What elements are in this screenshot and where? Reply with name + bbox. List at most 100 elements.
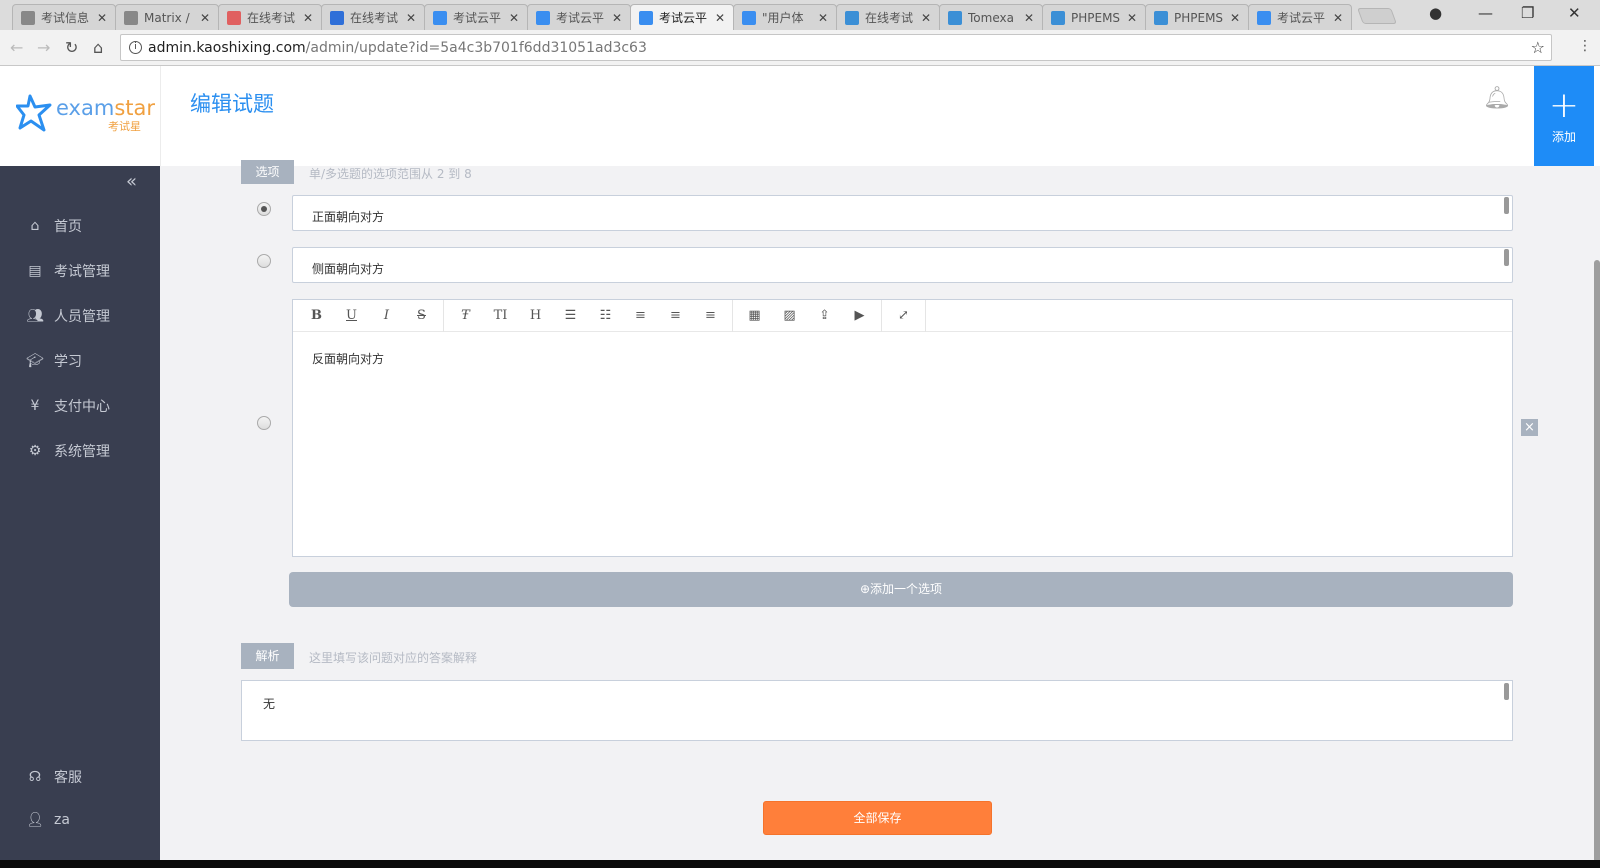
strikethrough-icon[interactable]: S xyxy=(404,308,439,323)
close-tab-icon[interactable]: ✕ xyxy=(921,11,931,25)
sidebar-item-home[interactable]: ⌂ 首页 xyxy=(26,216,82,236)
tab-title: Matrix / xyxy=(144,10,190,25)
logo-text: examstar xyxy=(56,96,155,120)
browser-tab[interactable]: 在线考试 ✕ xyxy=(321,4,425,30)
examstar-icon xyxy=(433,10,447,25)
close-tab-icon[interactable]: ✕ xyxy=(818,11,828,25)
logo-cn: 考试星 xyxy=(108,120,141,133)
close-window-button[interactable]: ✕ xyxy=(1568,4,1581,22)
close-tab-icon[interactable]: ✕ xyxy=(303,11,313,25)
close-tab-icon[interactable]: ✕ xyxy=(1333,11,1343,25)
browser-tab[interactable]: 在线考试 ✕ xyxy=(836,4,940,30)
table-icon[interactable]: ▦ xyxy=(737,308,772,323)
red-icon xyxy=(227,10,241,25)
collapse-sidebar-icon[interactable]: « xyxy=(126,171,137,192)
tab-title: "用户体 xyxy=(762,11,804,25)
browser-tab[interactable]: 考试信息 ✕ xyxy=(12,4,116,30)
phpems-icon xyxy=(948,10,962,25)
close-tab-icon[interactable]: ✕ xyxy=(1230,11,1240,25)
option-radio-3[interactable] xyxy=(257,416,271,430)
analysis-label: 解析 xyxy=(241,643,294,669)
underline-icon[interactable]: U xyxy=(334,308,369,323)
numbered-list-icon[interactable]: ☷ xyxy=(588,308,623,323)
sidebar-item-user-management[interactable]: 👥︎ 人员管理 xyxy=(26,306,110,326)
browser-tab[interactable]: PHPEMS ✕ xyxy=(1145,4,1249,30)
home-button[interactable]: ⌂ xyxy=(93,38,103,57)
money-bag-icon: ¥ xyxy=(30,398,40,414)
browser-tab[interactable]: PHPEMS ✕ xyxy=(1042,4,1146,30)
page-title: 编辑试题 xyxy=(190,92,274,116)
analysis-input[interactable]: 无 xyxy=(241,680,1513,741)
browser-tab[interactable]: 在线考试 ✕ xyxy=(218,4,322,30)
heading-icon[interactable]: H xyxy=(518,308,553,323)
clear-format-icon[interactable]: Ŧ xyxy=(448,308,483,323)
back-button[interactable]: ← xyxy=(10,38,23,57)
sidebar-item-learning[interactable]: 🎓︎ 学习 xyxy=(26,351,82,371)
close-tab-icon[interactable]: ✕ xyxy=(97,11,107,25)
editor-content[interactable]: 反面朝向对方 xyxy=(293,332,1512,385)
new-tab-button[interactable] xyxy=(1357,8,1397,24)
option-radio-2[interactable] xyxy=(257,254,271,268)
browser-tab[interactable]: Matrix / ✕ xyxy=(115,4,219,30)
delete-option-icon[interactable]: × xyxy=(1521,419,1538,436)
page-scrollbar[interactable] xyxy=(1594,260,1600,860)
align-left-icon[interactable]: ≡ xyxy=(623,308,658,323)
close-tab-icon[interactable]: ✕ xyxy=(612,11,622,25)
close-tab-icon[interactable]: ✕ xyxy=(509,11,519,25)
add-option-button[interactable]: ⊕添加一个选项 xyxy=(289,572,1513,607)
sidebar-item-system[interactable]: ⚙ 系统管理 xyxy=(26,441,110,461)
sidebar-item-exam-management[interactable]: ▤ 考试管理 xyxy=(26,261,110,281)
url-input[interactable]: i admin.kaoshixing.com/admin/update?id=5… xyxy=(120,34,1552,61)
support-icon: ☊ xyxy=(28,769,42,785)
scrollbar[interactable] xyxy=(1504,683,1509,700)
bookmark-star-icon[interactable]: ☆ xyxy=(1531,38,1545,57)
image-icon[interactable]: ▨ xyxy=(772,308,807,323)
sidebar-item-payment[interactable]: ¥ 支付中心 xyxy=(26,396,110,416)
sidebar-item-support[interactable]: ☊ 客服 xyxy=(26,767,82,787)
font-size-icon[interactable]: TI xyxy=(483,308,518,323)
tab-title: 考试云平 xyxy=(453,11,502,25)
option-radio-1[interactable] xyxy=(257,202,271,216)
minimize-button[interactable]: — xyxy=(1478,4,1493,22)
reload-button[interactable]: ↻ xyxy=(65,38,78,57)
restore-button[interactable]: ❐ xyxy=(1521,4,1534,22)
close-tab-icon[interactable]: ✕ xyxy=(406,11,416,25)
browser-tab[interactable]: "用户体 ✕ xyxy=(733,4,837,30)
info-icon[interactable]: i xyxy=(129,41,142,54)
option-input-1[interactable]: 正面朝向对方 xyxy=(292,195,1513,231)
scrollbar[interactable] xyxy=(1504,249,1509,266)
sidebar-item-user[interactable]: 👤︎ za xyxy=(26,812,70,828)
browser-tab[interactable]: Tomexa ✕ xyxy=(939,4,1043,30)
option-rich-editor[interactable]: B U I S Ŧ TI H ☰ ☷ ≡ ≡ ≡ ▦ ▨ ⇪ ▶ ⤢ 反面朝向对… xyxy=(292,299,1513,557)
close-tab-icon[interactable]: ✕ xyxy=(1127,11,1137,25)
examstar-icon xyxy=(639,10,653,25)
bell-icon[interactable]: 🔔︎ xyxy=(1483,86,1511,111)
close-tab-icon[interactable]: ✕ xyxy=(715,11,725,25)
option-input-2[interactable]: 侧面朝向对方 xyxy=(292,247,1513,283)
fullscreen-icon[interactable]: ⤢ xyxy=(886,308,921,323)
browser-tab[interactable]: 考试云平 ✕ xyxy=(1248,4,1352,30)
bullet-list-icon[interactable]: ☰ xyxy=(553,308,588,323)
examstar-logo[interactable]: examstar 考试星 xyxy=(16,94,155,140)
align-right-icon[interactable]: ≡ xyxy=(693,308,728,323)
baidu-icon xyxy=(330,10,344,25)
scrollbar[interactable] xyxy=(1504,197,1509,214)
browser-tab[interactable]: 考试云平 ✕ xyxy=(527,4,631,30)
close-tab-icon[interactable]: ✕ xyxy=(200,11,210,25)
add-button[interactable]: + 添加 xyxy=(1534,66,1594,166)
upload-icon[interactable]: ⇪ xyxy=(807,308,842,323)
video-icon[interactable]: ▶ xyxy=(842,308,877,323)
profile-icon[interactable]: ● xyxy=(1429,4,1442,22)
url-path: /admin/update?id=5a4c3b701f6dd31051ad3c6… xyxy=(305,39,647,56)
align-center-icon[interactable]: ≡ xyxy=(658,308,693,323)
italic-icon[interactable]: I xyxy=(369,308,404,323)
save-all-button[interactable]: 全部保存 xyxy=(763,801,992,835)
menu-icon[interactable]: ⋮ xyxy=(1578,38,1592,54)
browser-tab[interactable]: 考试云平 ✕ xyxy=(424,4,528,30)
browser-tab-bar: 考试信息 ✕ Matrix / ✕ 在线考试 ✕ 在线考试 ✕ 考试云平 ✕ 考试云平 ✕ 考试云平 ✕ "… xyxy=(0,0,1600,30)
close-tab-icon[interactable]: ✕ xyxy=(1024,11,1034,25)
forward-button[interactable]: → xyxy=(37,38,50,57)
browser-tab[interactable]: 考试云平 ✕ xyxy=(630,4,734,30)
examstar-icon xyxy=(742,10,756,25)
bold-icon[interactable]: B xyxy=(299,308,334,323)
